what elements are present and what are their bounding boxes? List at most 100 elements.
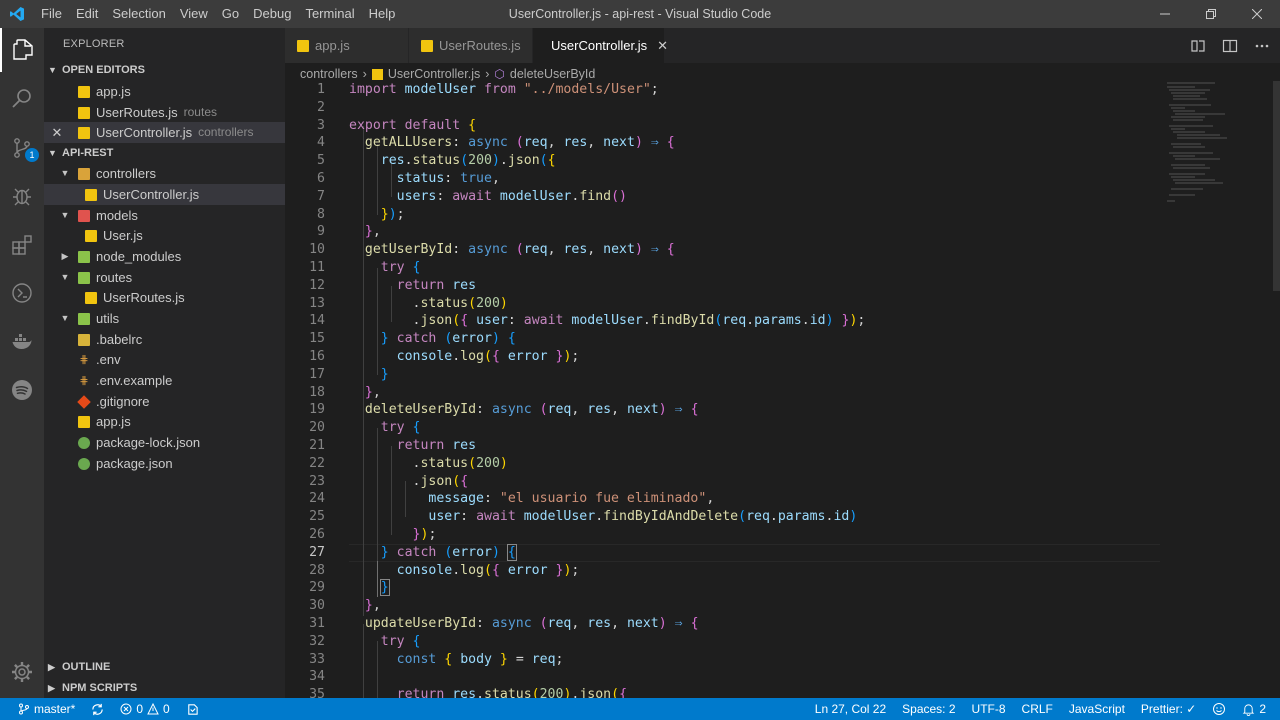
code-text: }, bbox=[364, 384, 381, 400]
restore-button[interactable] bbox=[1188, 0, 1234, 28]
line-number: 29 bbox=[309, 580, 325, 596]
npm-scripts-header[interactable]: ▶ NPM SCRIPTS bbox=[44, 678, 285, 698]
encoding-status[interactable]: UTF-8 bbox=[964, 702, 1014, 716]
open-editor-item-active[interactable]: ✕ UserController.js controllers bbox=[44, 122, 285, 143]
outline-header[interactable]: ▶ OUTLINE bbox=[44, 657, 285, 677]
line-number: 1 bbox=[317, 82, 325, 97]
bell-icon bbox=[1243, 703, 1255, 716]
problems-status[interactable]: 0 0 bbox=[112, 702, 177, 716]
project-header[interactable]: ▼ API-REST bbox=[44, 143, 285, 163]
menu-help[interactable]: Help bbox=[362, 0, 403, 28]
remote-explorer-icon[interactable] bbox=[0, 271, 44, 315]
chevron-down-icon: ▼ bbox=[48, 148, 57, 158]
more-actions-icon[interactable] bbox=[1254, 38, 1270, 54]
line-number: 4 bbox=[317, 135, 325, 151]
line-number: 17 bbox=[309, 366, 325, 382]
activity-bar: 1 bbox=[0, 28, 44, 700]
spotify-icon[interactable] bbox=[0, 368, 44, 412]
smiley-icon bbox=[1213, 703, 1226, 715]
js-file-icon bbox=[297, 39, 309, 52]
minimize-button[interactable] bbox=[1142, 0, 1188, 28]
git-branch-status[interactable]: master* bbox=[10, 702, 83, 716]
tab-user-routes-js[interactable]: UserRoutes.js bbox=[409, 28, 533, 63]
live-share-icon bbox=[187, 703, 198, 715]
prettier-status[interactable]: Prettier: ✓ bbox=[1133, 702, 1204, 716]
eol-status[interactable]: CRLF bbox=[1014, 702, 1061, 716]
close-icon[interactable]: ✕ bbox=[44, 122, 64, 143]
menu-view[interactable]: View bbox=[173, 0, 215, 28]
editor-scrollbar[interactable] bbox=[1273, 81, 1280, 291]
search-icon[interactable] bbox=[0, 76, 44, 120]
close-window-button[interactable] bbox=[1234, 0, 1280, 28]
open-editor-item[interactable]: app.js bbox=[44, 81, 285, 102]
minimize-icon bbox=[1160, 13, 1170, 15]
tree-file[interactable]: .babelrc bbox=[44, 329, 285, 350]
tree-folder[interactable]: ▼ models bbox=[44, 205, 285, 226]
menu-terminal[interactable]: Terminal bbox=[298, 0, 361, 28]
tab-user-controller-js[interactable]: UserController.js ✕ bbox=[533, 28, 668, 63]
menu-edit[interactable]: Edit bbox=[69, 0, 105, 28]
gear-icon[interactable] bbox=[0, 650, 44, 694]
breadcrumb-file[interactable]: UserController.js bbox=[388, 67, 480, 81]
indentation-status[interactable]: Spaces: 2 bbox=[894, 702, 963, 716]
tree-file[interactable]: app.js bbox=[44, 411, 285, 432]
scm-badge: 1 bbox=[25, 148, 39, 162]
title-bar: File Edit Selection View Go Debug Termin… bbox=[0, 0, 1280, 28]
tree-file[interactable]: UserController.js bbox=[44, 184, 285, 205]
live-share-button[interactable] bbox=[178, 703, 207, 716]
debug-icon[interactable] bbox=[0, 174, 44, 218]
code-text: message: "el usuario fue eliminado", bbox=[428, 491, 715, 507]
tree-file[interactable]: User.js bbox=[44, 225, 285, 246]
tree-file[interactable]: package.json bbox=[44, 453, 285, 474]
js-file-icon bbox=[78, 126, 90, 139]
language-mode[interactable]: JavaScript bbox=[1061, 702, 1133, 716]
menu-file[interactable]: File bbox=[34, 0, 69, 28]
code-text: export default { bbox=[349, 117, 477, 133]
js-file-icon bbox=[78, 85, 90, 98]
explorer-icon[interactable] bbox=[0, 28, 44, 72]
code-text: }, bbox=[364, 224, 381, 240]
extensions-icon[interactable] bbox=[0, 223, 44, 267]
restore-icon bbox=[1206, 9, 1216, 19]
js-file-icon bbox=[78, 106, 90, 119]
tree-file[interactable]: package-lock.json bbox=[44, 432, 285, 453]
cursor-position[interactable]: Ln 27, Col 22 bbox=[807, 702, 894, 716]
tab-close-icon[interactable]: ✕ bbox=[657, 38, 668, 54]
code-text: .status(200) bbox=[349, 455, 508, 471]
menu-selection[interactable]: Selection bbox=[105, 0, 172, 28]
tree-file[interactable]: ⋕ .env.example bbox=[44, 370, 285, 391]
code-text: updateUserById: async (req, res, next) ⇒… bbox=[364, 616, 699, 631]
line-number: 28 bbox=[309, 562, 325, 578]
menu-go[interactable]: Go bbox=[215, 0, 246, 28]
code-text: } catch (error) { bbox=[380, 543, 517, 561]
breadcrumb-folder[interactable]: controllers bbox=[300, 67, 358, 81]
tree-file[interactable]: .gitignore bbox=[44, 391, 285, 412]
line-number: 32 bbox=[309, 633, 325, 649]
feedback-button[interactable] bbox=[1204, 702, 1234, 716]
line-number: 2 bbox=[317, 99, 325, 115]
open-editor-item[interactable]: UserRoutes.js routes bbox=[44, 102, 285, 123]
line-number: 21 bbox=[309, 438, 325, 453]
breadcrumb-symbol[interactable]: deleteUserById bbox=[510, 67, 595, 81]
docker-icon[interactable] bbox=[0, 320, 44, 364]
tree-folder[interactable]: ▶ node_modules bbox=[44, 246, 285, 267]
menu-debug[interactable]: Debug bbox=[246, 0, 298, 28]
minimap[interactable] bbox=[1165, 81, 1265, 211]
line-number: 10 bbox=[309, 242, 325, 258]
open-editors-header[interactable]: ▼ OPEN EDITORS bbox=[44, 60, 285, 80]
split-editor-icon[interactable] bbox=[1222, 38, 1238, 54]
notifications-button[interactable]: 2 bbox=[1234, 702, 1274, 716]
code-text: .json({ bbox=[349, 473, 469, 489]
line-number: 34 bbox=[309, 669, 325, 685]
tree-file[interactable]: ⋕ .env bbox=[44, 349, 285, 370]
source-control-icon[interactable]: 1 bbox=[0, 126, 44, 170]
tree-folder[interactable]: ▼ utils bbox=[44, 308, 285, 329]
code-text: try { bbox=[380, 420, 421, 436]
tree-folder[interactable]: ▼ routes bbox=[44, 267, 285, 288]
code-editor[interactable]: 1 import modelUser from "../models/User";… bbox=[285, 81, 1280, 700]
sync-button[interactable] bbox=[83, 703, 112, 716]
tree-folder[interactable]: ▼ controllers bbox=[44, 163, 285, 184]
tab-app-js[interactable]: app.js bbox=[285, 28, 409, 63]
compare-changes-icon[interactable] bbox=[1190, 38, 1206, 54]
tree-file[interactable]: UserRoutes.js bbox=[44, 287, 285, 308]
